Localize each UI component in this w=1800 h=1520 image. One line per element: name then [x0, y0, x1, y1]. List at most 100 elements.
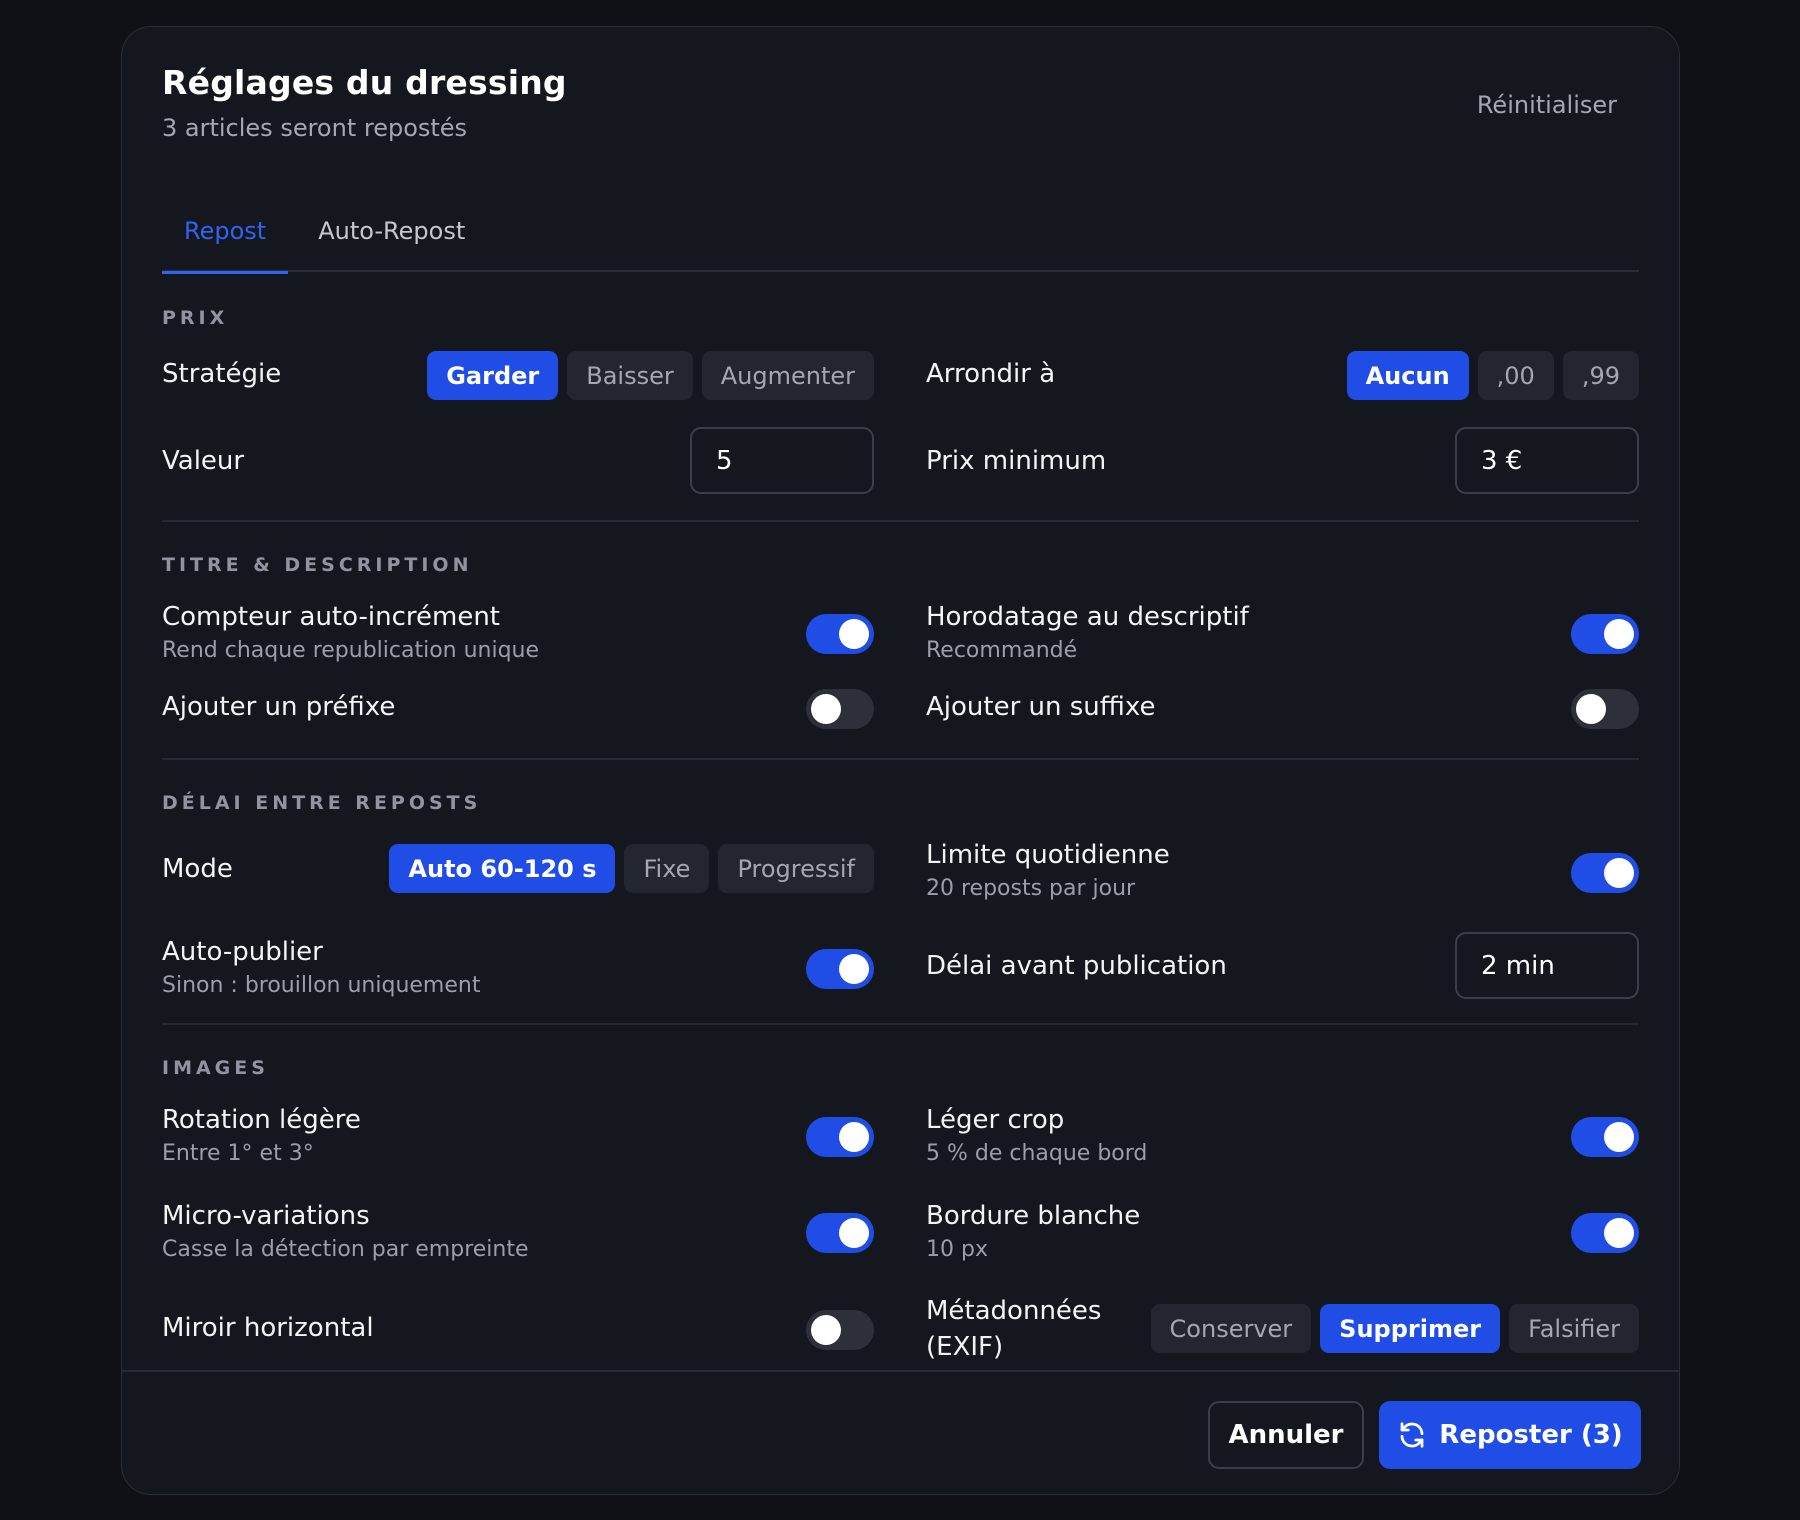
toggle-knob — [1604, 858, 1634, 888]
miroir-label: Miroir horizontal — [162, 1313, 374, 1343]
toggle-knob — [1604, 1218, 1634, 1248]
bordure-toggle[interactable] — [1571, 1213, 1639, 1253]
arrondir-option-99[interactable]: ,99 — [1562, 351, 1639, 400]
suffixe-toggle[interactable] — [1571, 689, 1639, 729]
crop-sub: 5 % de chaque bord — [926, 1141, 1148, 1166]
row-mode: Mode Auto 60-120 s Fixe Progressif — [162, 842, 874, 894]
settings-dialog: Réglages du dressing 3 articles seront r… — [121, 26, 1680, 1495]
auto-publier-toggle[interactable] — [806, 949, 874, 989]
compteur-sub: Rend chaque republication unique — [162, 638, 540, 663]
dialog-header: Réglages du dressing 3 articles seront r… — [162, 63, 1639, 143]
reset-button[interactable]: Réinitialiser — [1477, 91, 1617, 119]
section-titre-description: TITRE & DESCRIPTION Compteur auto-incrém… — [162, 522, 1639, 760]
miroir-toggle[interactable] — [806, 1310, 874, 1350]
row-crop: Léger crop 5 % de chaque bord — [926, 1105, 1639, 1175]
metadonnees-option-supprimer[interactable]: Supprimer — [1320, 1304, 1501, 1353]
auto-publier-sub: Sinon : brouillon uniquement — [162, 973, 481, 998]
arrondir-option-00[interactable]: ,00 — [1477, 351, 1554, 400]
rotation-toggle[interactable] — [806, 1117, 874, 1157]
row-valeur: Valeur 5 — [162, 427, 874, 497]
row-suffixe: Ajouter un suffixe — [926, 687, 1639, 732]
section-delai: DÉLAI ENTRE REPOSTS Mode Auto 60-120 s F… — [162, 760, 1639, 1025]
row-horodatage: Horodatage au descriptif Recommandé — [926, 602, 1639, 672]
arrondir-option-aucun[interactable]: Aucun — [1346, 351, 1469, 400]
arrondir-label: Arrondir à — [926, 359, 1056, 389]
row-strategie: Stratégie Garder Baisser Augmenter — [162, 349, 874, 401]
toggle-knob — [1576, 694, 1606, 724]
row-arrondir: Arrondir à Aucun ,00 ,99 — [926, 349, 1639, 401]
arrondir-segmented: Aucun ,00 ,99 — [1346, 351, 1639, 400]
micro-variations-sub: Casse la détection par empreinte — [162, 1237, 529, 1262]
metadonnees-option-falsifier[interactable]: Falsifier — [1509, 1304, 1639, 1353]
metadonnees-label: Métadonnées (EXIF) — [926, 1293, 1101, 1365]
row-auto-publier: Auto-publier Sinon : brouillon uniquemen… — [162, 937, 874, 1007]
row-limite: Limite quotidienne 20 reposts par jour — [926, 840, 1639, 910]
strategie-option-augmenter[interactable]: Augmenter — [701, 351, 874, 400]
settings-body: PRIX Stratégie Garder Baisser Augmenter … — [162, 272, 1639, 1385]
row-micro-variations: Micro-variations Casse la détection par … — [162, 1201, 874, 1271]
compteur-label: Compteur auto-incrément — [162, 602, 500, 632]
prix-minimum-label: Prix minimum — [926, 446, 1107, 476]
toggle-knob — [1604, 619, 1634, 649]
strategie-option-garder[interactable]: Garder — [427, 351, 559, 400]
strategie-label: Stratégie — [162, 359, 282, 389]
tab-auto-repost[interactable]: Auto-Repost — [288, 187, 487, 272]
toggle-knob — [839, 1218, 869, 1248]
valeur-label: Valeur — [162, 446, 245, 476]
metadonnees-label-line1: Métadonnées — [926, 1296, 1102, 1326]
section-images: IMAGES Rotation légère Entre 1° et 3° Lé… — [162, 1025, 1639, 1385]
section-label-images: IMAGES — [162, 1057, 269, 1079]
repost-button-label: Reposter (3) — [1439, 1420, 1623, 1450]
metadonnees-label-line2: (EXIF) — [926, 1332, 1004, 1362]
horodatage-label: Horodatage au descriptif — [926, 602, 1249, 632]
limite-toggle[interactable] — [1571, 853, 1639, 893]
strategie-option-baisser[interactable]: Baisser — [567, 351, 693, 400]
section-prix: PRIX Stratégie Garder Baisser Augmenter … — [162, 272, 1639, 522]
row-miroir: Miroir horizontal — [162, 1300, 874, 1360]
limite-label: Limite quotidienne — [926, 840, 1170, 870]
prefixe-toggle[interactable] — [806, 689, 874, 729]
row-prefixe: Ajouter un préfixe — [162, 687, 874, 732]
refresh-icon — [1397, 1420, 1427, 1450]
delai-publication-label: Délai avant publication — [926, 951, 1227, 981]
micro-variations-toggle[interactable] — [806, 1213, 874, 1253]
row-bordure: Bordure blanche 10 px — [926, 1201, 1639, 1271]
auto-publier-label: Auto-publier — [162, 937, 323, 967]
compteur-toggle[interactable] — [806, 614, 874, 654]
toggle-knob — [839, 954, 869, 984]
prefixe-label: Ajouter un préfixe — [162, 692, 396, 722]
mode-option-fixe[interactable]: Fixe — [624, 844, 710, 893]
prix-minimum-input[interactable]: 3 € — [1455, 427, 1639, 494]
delai-publication-input[interactable]: 2 min — [1455, 932, 1639, 999]
tab-repost[interactable]: Repost — [162, 187, 289, 274]
repost-button[interactable]: Reposter (3) — [1379, 1401, 1641, 1469]
dialog-subtitle: 3 articles seront repostés — [162, 114, 468, 142]
row-prix-minimum: Prix minimum 3 € — [926, 427, 1639, 497]
toggle-knob — [811, 694, 841, 724]
suffixe-label: Ajouter un suffixe — [926, 692, 1156, 722]
toggle-knob — [1604, 1122, 1634, 1152]
valeur-input[interactable]: 5 — [690, 427, 874, 494]
bordure-sub: 10 px — [926, 1237, 988, 1262]
mode-option-progressif[interactable]: Progressif — [718, 844, 874, 893]
metadonnees-segmented: Conserver Supprimer Falsifier — [1150, 1304, 1639, 1353]
tab-bar: Repost Auto-Repost — [162, 187, 1639, 274]
mode-option-auto[interactable]: Auto 60-120 s — [389, 844, 616, 893]
strategie-segmented: Garder Baisser Augmenter — [427, 351, 874, 400]
bordure-label: Bordure blanche — [926, 1201, 1141, 1231]
toggle-knob — [811, 1315, 841, 1345]
dialog-title: Réglages du dressing — [162, 63, 567, 102]
horodatage-sub: Recommandé — [926, 638, 1078, 663]
section-label-titre: TITRE & DESCRIPTION — [162, 554, 473, 576]
mode-segmented: Auto 60-120 s Fixe Progressif — [389, 844, 874, 893]
toggle-knob — [839, 619, 869, 649]
metadonnees-option-conserver[interactable]: Conserver — [1150, 1304, 1312, 1353]
horodatage-toggle[interactable] — [1571, 614, 1639, 654]
crop-toggle[interactable] — [1571, 1117, 1639, 1157]
crop-label: Léger crop — [926, 1105, 1065, 1135]
rotation-label: Rotation légère — [162, 1105, 361, 1135]
section-label-prix: PRIX — [162, 307, 229, 329]
mode-label: Mode — [162, 854, 233, 884]
section-label-delai: DÉLAI ENTRE REPOSTS — [162, 792, 482, 814]
cancel-button[interactable]: Annuler — [1208, 1401, 1364, 1469]
